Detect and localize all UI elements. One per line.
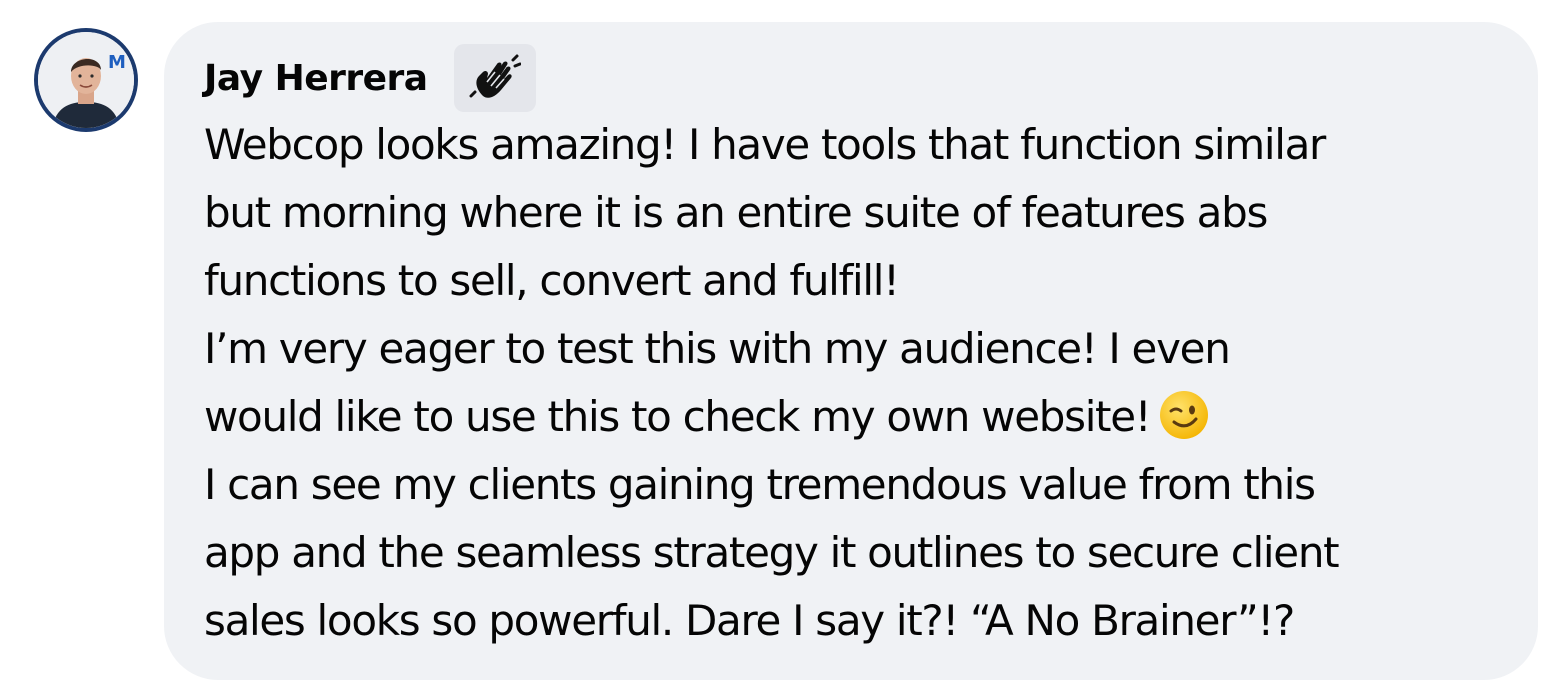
- comment-header: Jay Herrera: [204, 44, 536, 112]
- winking-face-emoji: [1160, 391, 1209, 439]
- avatar[interactable]: M: [34, 28, 138, 132]
- comment-line: app and the seamless strategy it outline…: [204, 528, 1340, 577]
- comment-body: Webcop looks amazing! I have tools that …: [204, 111, 1534, 655]
- waving-hand-icon: [469, 54, 521, 98]
- avatar-photo: M: [38, 32, 134, 128]
- comment-line: sales looks so powerful. Dare I say it?!…: [204, 596, 1295, 645]
- comment-line-text: would like to use this to check my own w…: [204, 392, 1152, 441]
- author-badge[interactable]: [453, 44, 536, 112]
- comment-line: I can see my clients gaining tremendous …: [204, 460, 1316, 509]
- comment-bubble: Jay Herrera Webcop looks amazing! I have…: [164, 22, 1538, 680]
- comment-line: I’m very eager to test this with my audi…: [204, 324, 1231, 373]
- author-name[interactable]: Jay Herrera: [204, 58, 428, 99]
- svg-text:M: M: [108, 52, 126, 73]
- comment-line: Webcop looks amazing! I have tools that …: [204, 120, 1326, 169]
- comment-line-with-emoji: would like to use this to check my own w…: [204, 383, 1534, 451]
- comment-line: functions to sell, convert and fulfill!: [204, 256, 900, 305]
- comment-line: but morning where it is an entire suite …: [204, 188, 1268, 237]
